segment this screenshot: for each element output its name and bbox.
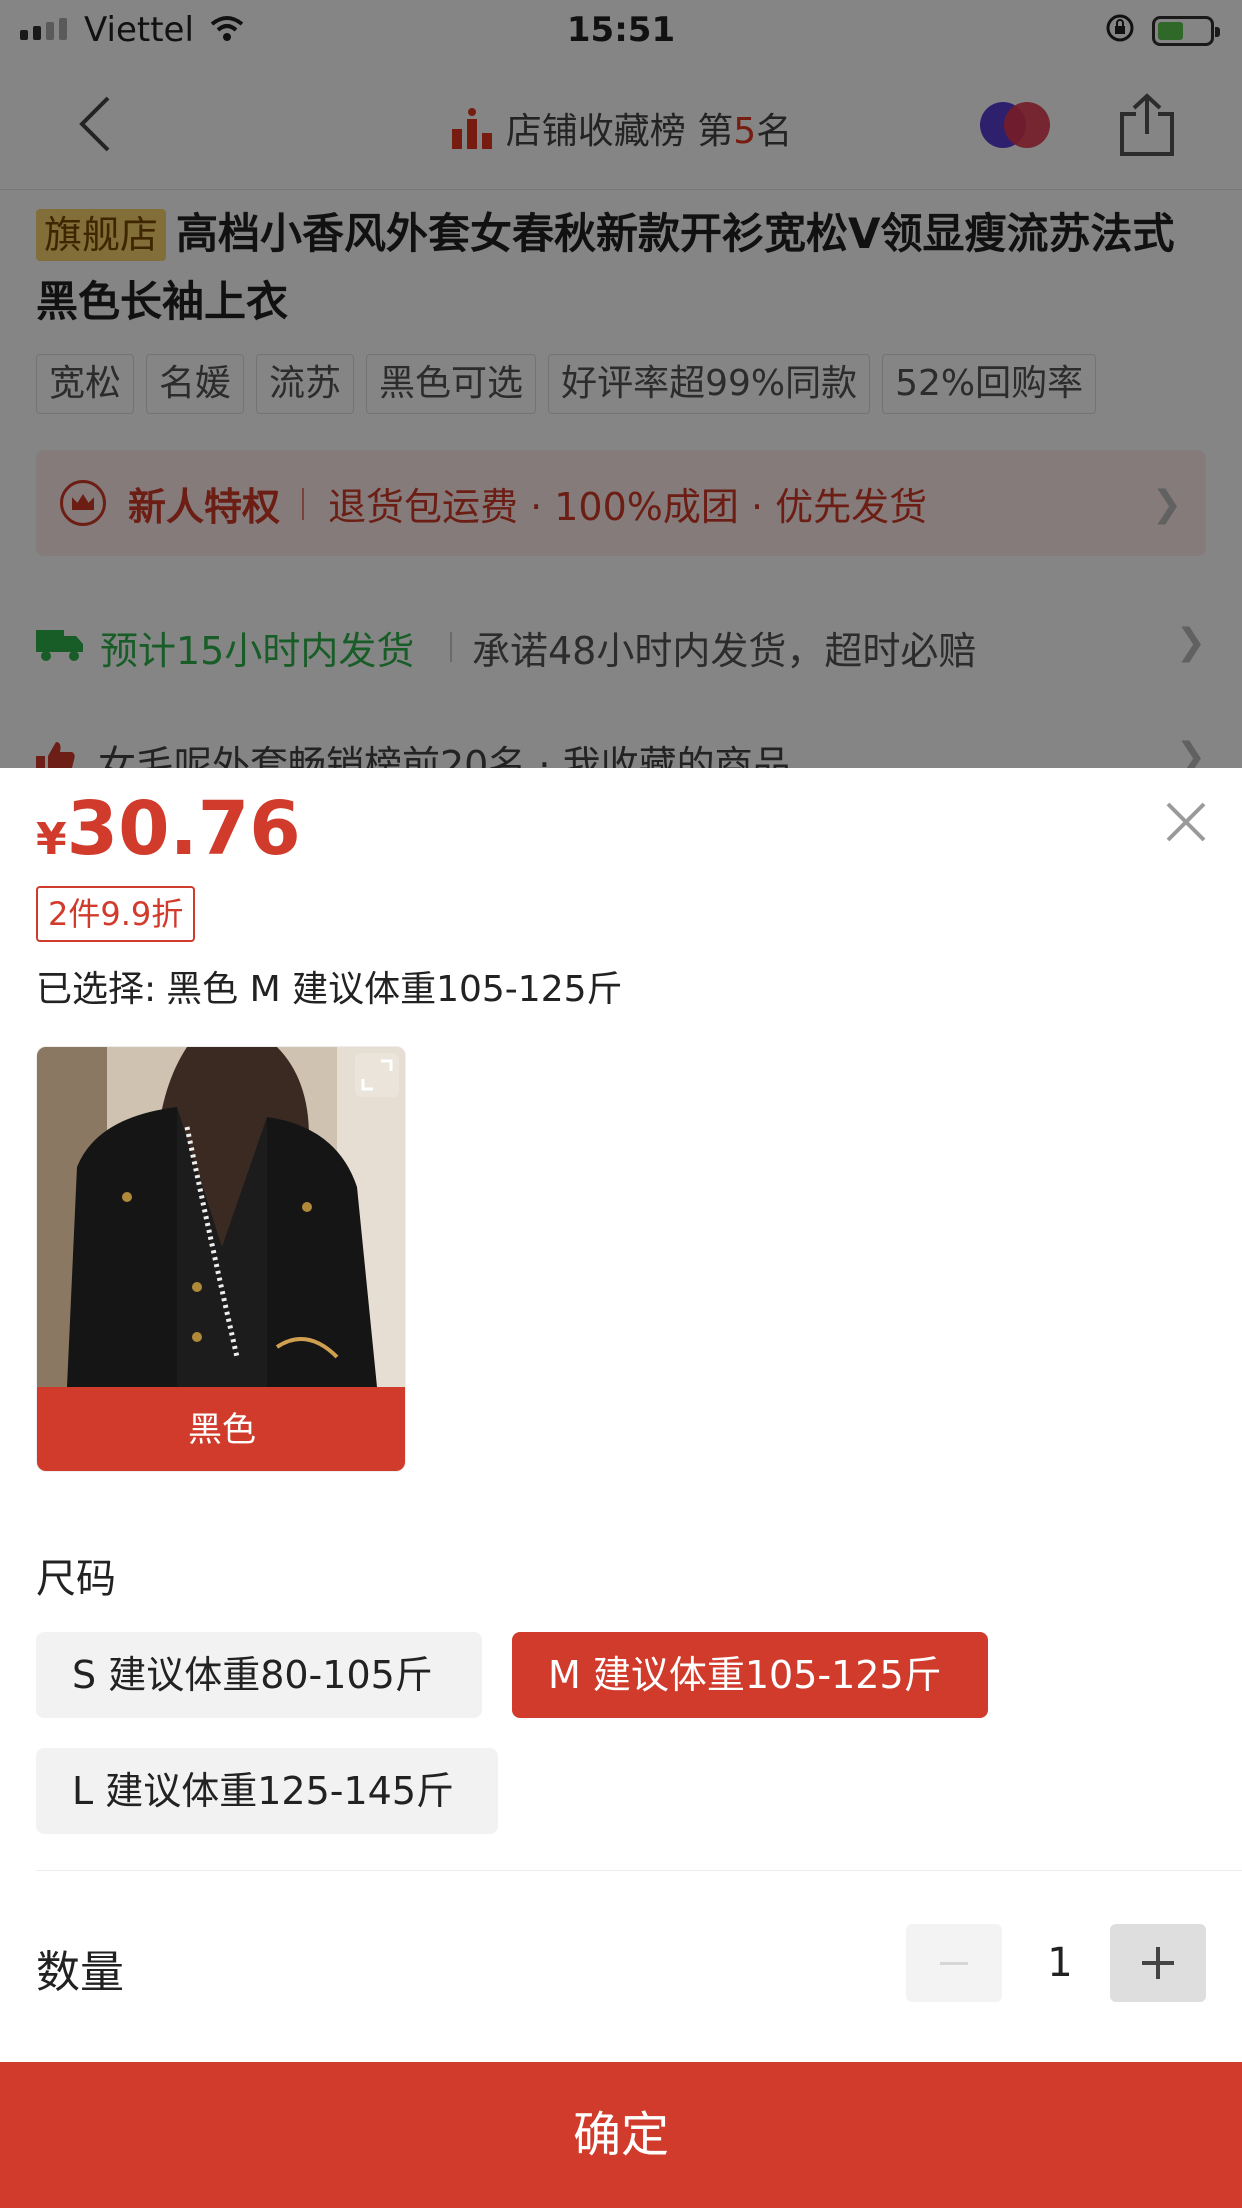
minus-icon[interactable] <box>906 1924 1002 2002</box>
size-option-l[interactable]: L 建议体重125-145斤 <box>36 1748 498 1834</box>
modal-backdrop[interactable] <box>0 0 1242 768</box>
quantity-value[interactable]: 1 <box>1010 1924 1110 2002</box>
currency-symbol: ¥ <box>36 814 67 865</box>
plus-icon[interactable] <box>1110 1924 1206 2002</box>
close-icon[interactable] <box>1162 798 1210 846</box>
size-option-s[interactable]: S 建议体重80-105斤 <box>36 1632 482 1718</box>
size-section-title: 尺码 <box>36 1556 116 1602</box>
discount-badge: 2件9.9折 <box>36 886 196 942</box>
price-amount: 30.76 <box>66 786 301 872</box>
quantity-label: 数量 <box>36 1947 124 1998</box>
color-option-label: 黑色 <box>37 1387 405 1471</box>
sku-selection-sheet: ¥30.76 2件9.9折 已选择: 黑色 M 建议体重105-125斤 黑色 … <box>0 768 1242 2208</box>
price: ¥30.76 <box>36 786 301 872</box>
selected-value: 黑色 M 建议体重105-125斤 <box>166 969 623 1010</box>
selected-prefix: 已选择: <box>36 969 157 1010</box>
size-option-m[interactable]: M 建议体重105-125斤 <box>512 1632 988 1718</box>
expand-icon[interactable] <box>355 1053 399 1097</box>
product-photo <box>37 1047 405 1387</box>
confirm-button[interactable]: 确定 <box>0 2062 1242 2208</box>
divider <box>36 1870 1242 1871</box>
selected-summary: 已选择: 黑色 M 建议体重105-125斤 <box>36 960 623 1012</box>
color-option-black[interactable]: 黑色 <box>36 1046 406 1472</box>
